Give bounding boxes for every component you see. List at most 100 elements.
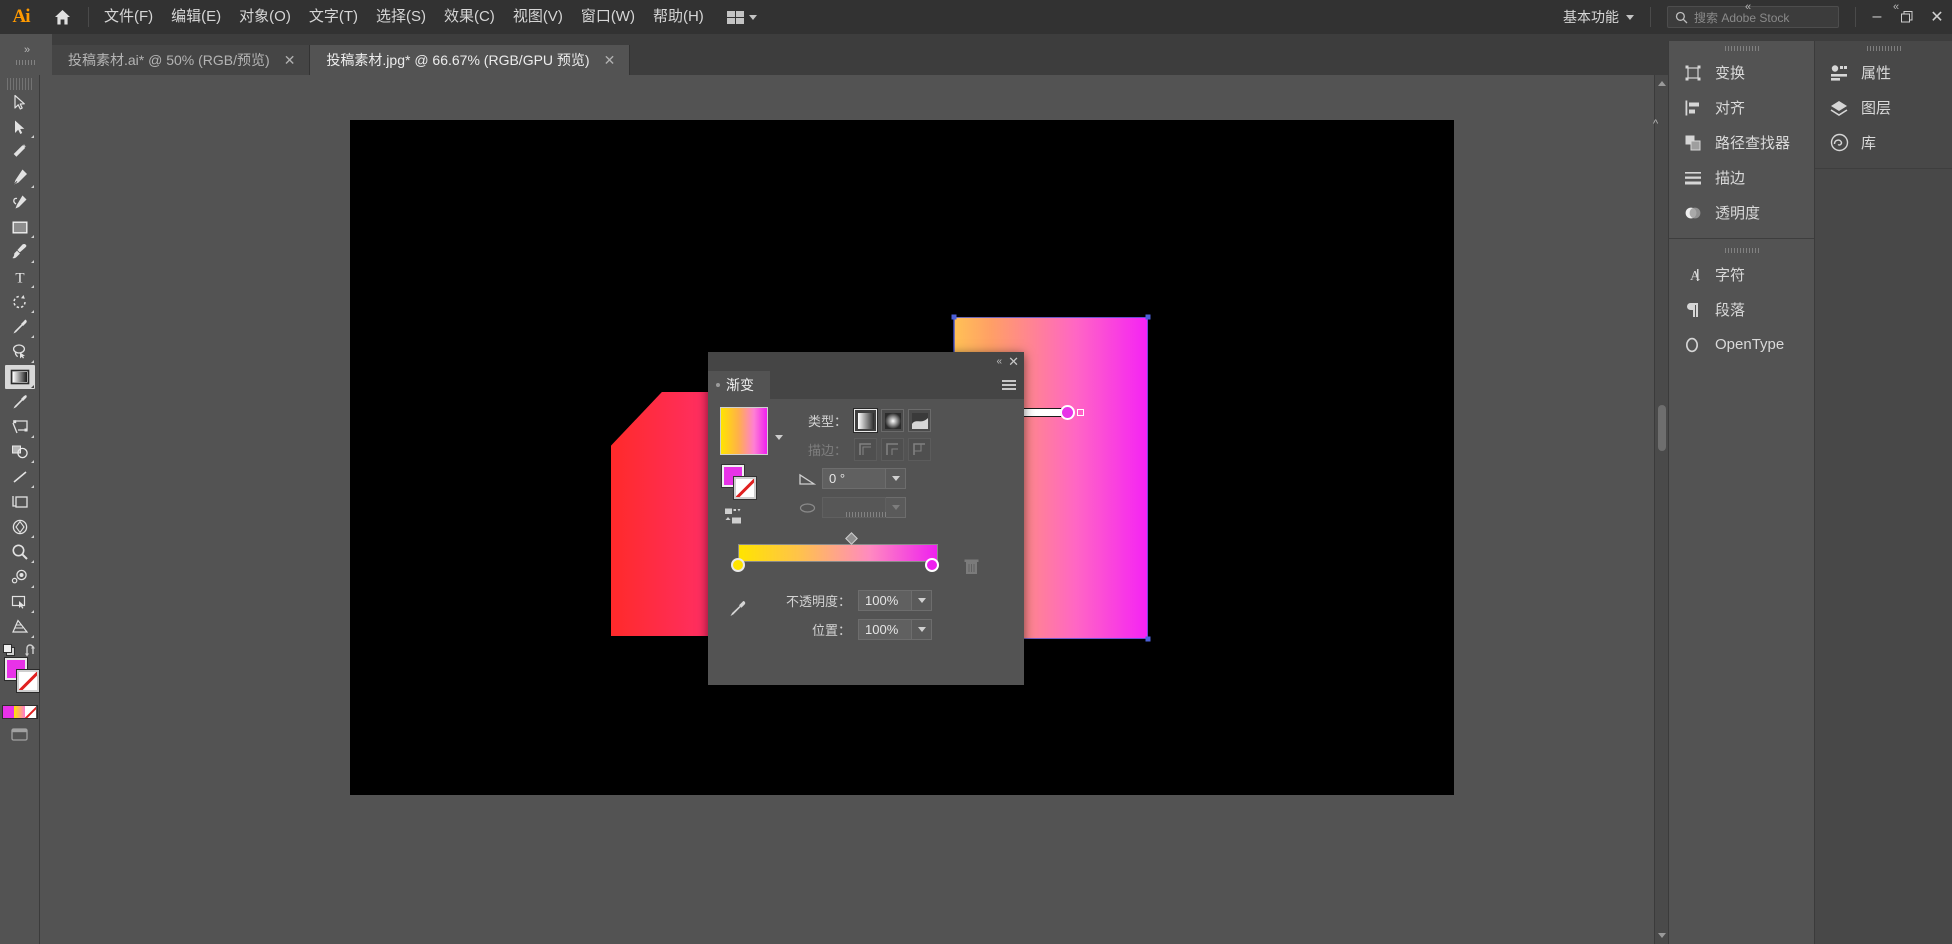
gradient-mode-button[interactable] xyxy=(13,706,26,718)
gradient-panel-titlebar[interactable]: « ✕ xyxy=(708,352,1024,371)
dock-grip[interactable] xyxy=(1669,41,1814,55)
panel-character[interactable]: A 字符 xyxy=(1669,257,1814,292)
free-transform-tool[interactable] xyxy=(5,415,35,439)
line-segment-tool[interactable] xyxy=(5,465,35,489)
dock-collapse-button-secondary[interactable]: « xyxy=(1893,0,1899,14)
gradient-slider[interactable] xyxy=(731,532,939,572)
location-dropdown-button[interactable] xyxy=(912,619,932,640)
document-tab-ai[interactable]: 投稿素材.ai* @ 50% (RGB/预览) ✕ xyxy=(52,45,311,75)
blend-tool[interactable] xyxy=(5,565,35,589)
none-mode-button[interactable] xyxy=(25,706,37,718)
shape-builder-tool[interactable] xyxy=(5,440,35,464)
artboard-tool[interactable] xyxy=(5,490,35,514)
panel-layers[interactable]: 图层 xyxy=(1815,90,1952,125)
rectangle-tool[interactable] xyxy=(5,215,35,239)
panel-menu-icon[interactable] xyxy=(1002,380,1016,390)
scroll-up-icon[interactable] xyxy=(1658,81,1666,86)
gradient-stop-end[interactable] xyxy=(925,558,939,572)
anchor-point[interactable] xyxy=(951,314,957,320)
toolbar-collapse-button[interactable]: » xyxy=(0,34,52,75)
perspective-grid-tool[interactable] xyxy=(5,515,35,539)
panel-stroke[interactable]: 描边 xyxy=(1669,160,1814,195)
arrange-documents-button[interactable] xyxy=(726,10,757,24)
radial-gradient-button[interactable] xyxy=(881,409,904,432)
panel-stroke-swatch[interactable] xyxy=(734,477,756,499)
vertical-scrollbar[interactable] xyxy=(1654,75,1668,944)
selection-tool[interactable] xyxy=(5,90,35,114)
eyedropper-tool[interactable] xyxy=(5,315,35,339)
curvature-tool[interactable] xyxy=(5,190,35,214)
close-button[interactable]: ✕ xyxy=(1922,0,1952,34)
collapse-icon[interactable]: « xyxy=(997,356,1002,367)
menu-effect[interactable]: 效果(C) xyxy=(435,4,504,30)
angle-input[interactable]: 0 ° xyxy=(822,468,886,489)
gradient-length-handle[interactable] xyxy=(1077,409,1084,416)
pen-tool[interactable] xyxy=(5,165,35,189)
slice-tool[interactable] xyxy=(5,590,35,614)
panel-resize-grip[interactable] xyxy=(708,509,1024,519)
menu-object[interactable]: 对象(O) xyxy=(230,4,300,30)
opacity-dropdown-button[interactable] xyxy=(912,590,932,611)
angle-dropdown-button[interactable] xyxy=(886,468,906,489)
rotate-tool[interactable] xyxy=(5,290,35,314)
close-icon[interactable]: ✕ xyxy=(604,53,616,67)
screen-mode-button[interactable] xyxy=(11,727,28,747)
menu-window[interactable]: 窗口(W) xyxy=(572,4,644,30)
gradient-tool[interactable] xyxy=(4,365,35,389)
blob-brush-tool[interactable] xyxy=(5,390,35,414)
linear-gradient-button[interactable] xyxy=(853,408,878,433)
menu-edit[interactable]: 编辑(E) xyxy=(162,4,230,30)
location-input[interactable]: 100% xyxy=(858,619,912,640)
close-icon[interactable]: ✕ xyxy=(1008,355,1019,368)
tools-panel-grip[interactable] xyxy=(6,78,33,90)
menu-type[interactable]: 文字(T) xyxy=(300,4,367,30)
gradient-panel[interactable]: « ✕ 渐变 类型： 描边： 0 ° 不透明度： 100% 位置： 100% xyxy=(708,352,1024,685)
magic-wand-tool[interactable] xyxy=(5,140,35,164)
menu-file[interactable]: 文件(F) xyxy=(95,4,162,30)
close-icon[interactable]: ✕ xyxy=(284,53,296,67)
home-icon[interactable] xyxy=(42,0,82,34)
lasso-tool[interactable] xyxy=(5,340,35,364)
dock-expand-icon[interactable]: ^ xyxy=(1653,118,1658,130)
panel-align[interactable]: 对齐 xyxy=(1669,90,1814,125)
gradient-midpoint-marker[interactable] xyxy=(845,532,858,545)
scrollbar-thumb[interactable] xyxy=(1658,405,1666,451)
search-input[interactable]: 搜索 Adobe Stock xyxy=(1667,6,1839,28)
stroke-center-button[interactable] xyxy=(881,438,904,461)
scroll-down-icon[interactable] xyxy=(1658,933,1666,938)
gradient-eyedropper-icon[interactable] xyxy=(728,599,748,622)
panel-properties[interactable]: 属性 xyxy=(1815,55,1952,90)
paintbrush-tool[interactable] xyxy=(5,240,35,264)
menu-select[interactable]: 选择(S) xyxy=(367,4,435,30)
minimize-button[interactable]: – xyxy=(1862,0,1892,34)
panel-pathfinder[interactable]: 路径查找器 xyxy=(1669,125,1814,160)
stroke-outside-button[interactable] xyxy=(908,438,931,461)
gradient-stop-start[interactable] xyxy=(731,558,745,572)
dock-grip[interactable] xyxy=(1669,243,1814,257)
dock-collapse-button-primary[interactable]: « xyxy=(1745,0,1751,14)
delete-stop-icon[interactable] xyxy=(964,558,979,578)
opacity-input[interactable]: 100% xyxy=(858,590,912,611)
direct-selection-tool[interactable] xyxy=(5,115,35,139)
document-tab-jpg[interactable]: 投稿素材.jpg* @ 66.67% (RGB/GPU 预览) ✕ xyxy=(310,45,631,75)
zoom-tool[interactable] xyxy=(5,540,35,564)
anchor-point[interactable] xyxy=(1145,314,1151,320)
tab-gradient[interactable]: 渐变 xyxy=(708,371,770,399)
chevron-down-icon[interactable] xyxy=(775,435,783,440)
stroke-within-button[interactable] xyxy=(854,438,877,461)
workspace-switcher[interactable]: 基本功能 xyxy=(1553,7,1644,27)
stroke-color-swatch[interactable] xyxy=(16,670,39,692)
type-tool[interactable]: T xyxy=(5,265,35,289)
anchor-point[interactable] xyxy=(1145,636,1151,642)
menu-view[interactable]: 视图(V) xyxy=(504,4,572,30)
panel-libraries[interactable]: 库 xyxy=(1815,125,1952,160)
freeform-gradient-button[interactable] xyxy=(908,409,931,432)
mesh-tool[interactable] xyxy=(5,615,35,639)
color-mode-button[interactable] xyxy=(2,706,14,718)
panel-opentype[interactable]: OpenType xyxy=(1669,327,1814,362)
panel-paragraph[interactable]: 段落 xyxy=(1669,292,1814,327)
panel-transform[interactable]: 变换 xyxy=(1669,55,1814,90)
menu-help[interactable]: 帮助(H) xyxy=(644,4,713,30)
gradient-preview-swatch[interactable] xyxy=(720,407,768,455)
gradient-end-stop[interactable] xyxy=(1060,405,1075,420)
